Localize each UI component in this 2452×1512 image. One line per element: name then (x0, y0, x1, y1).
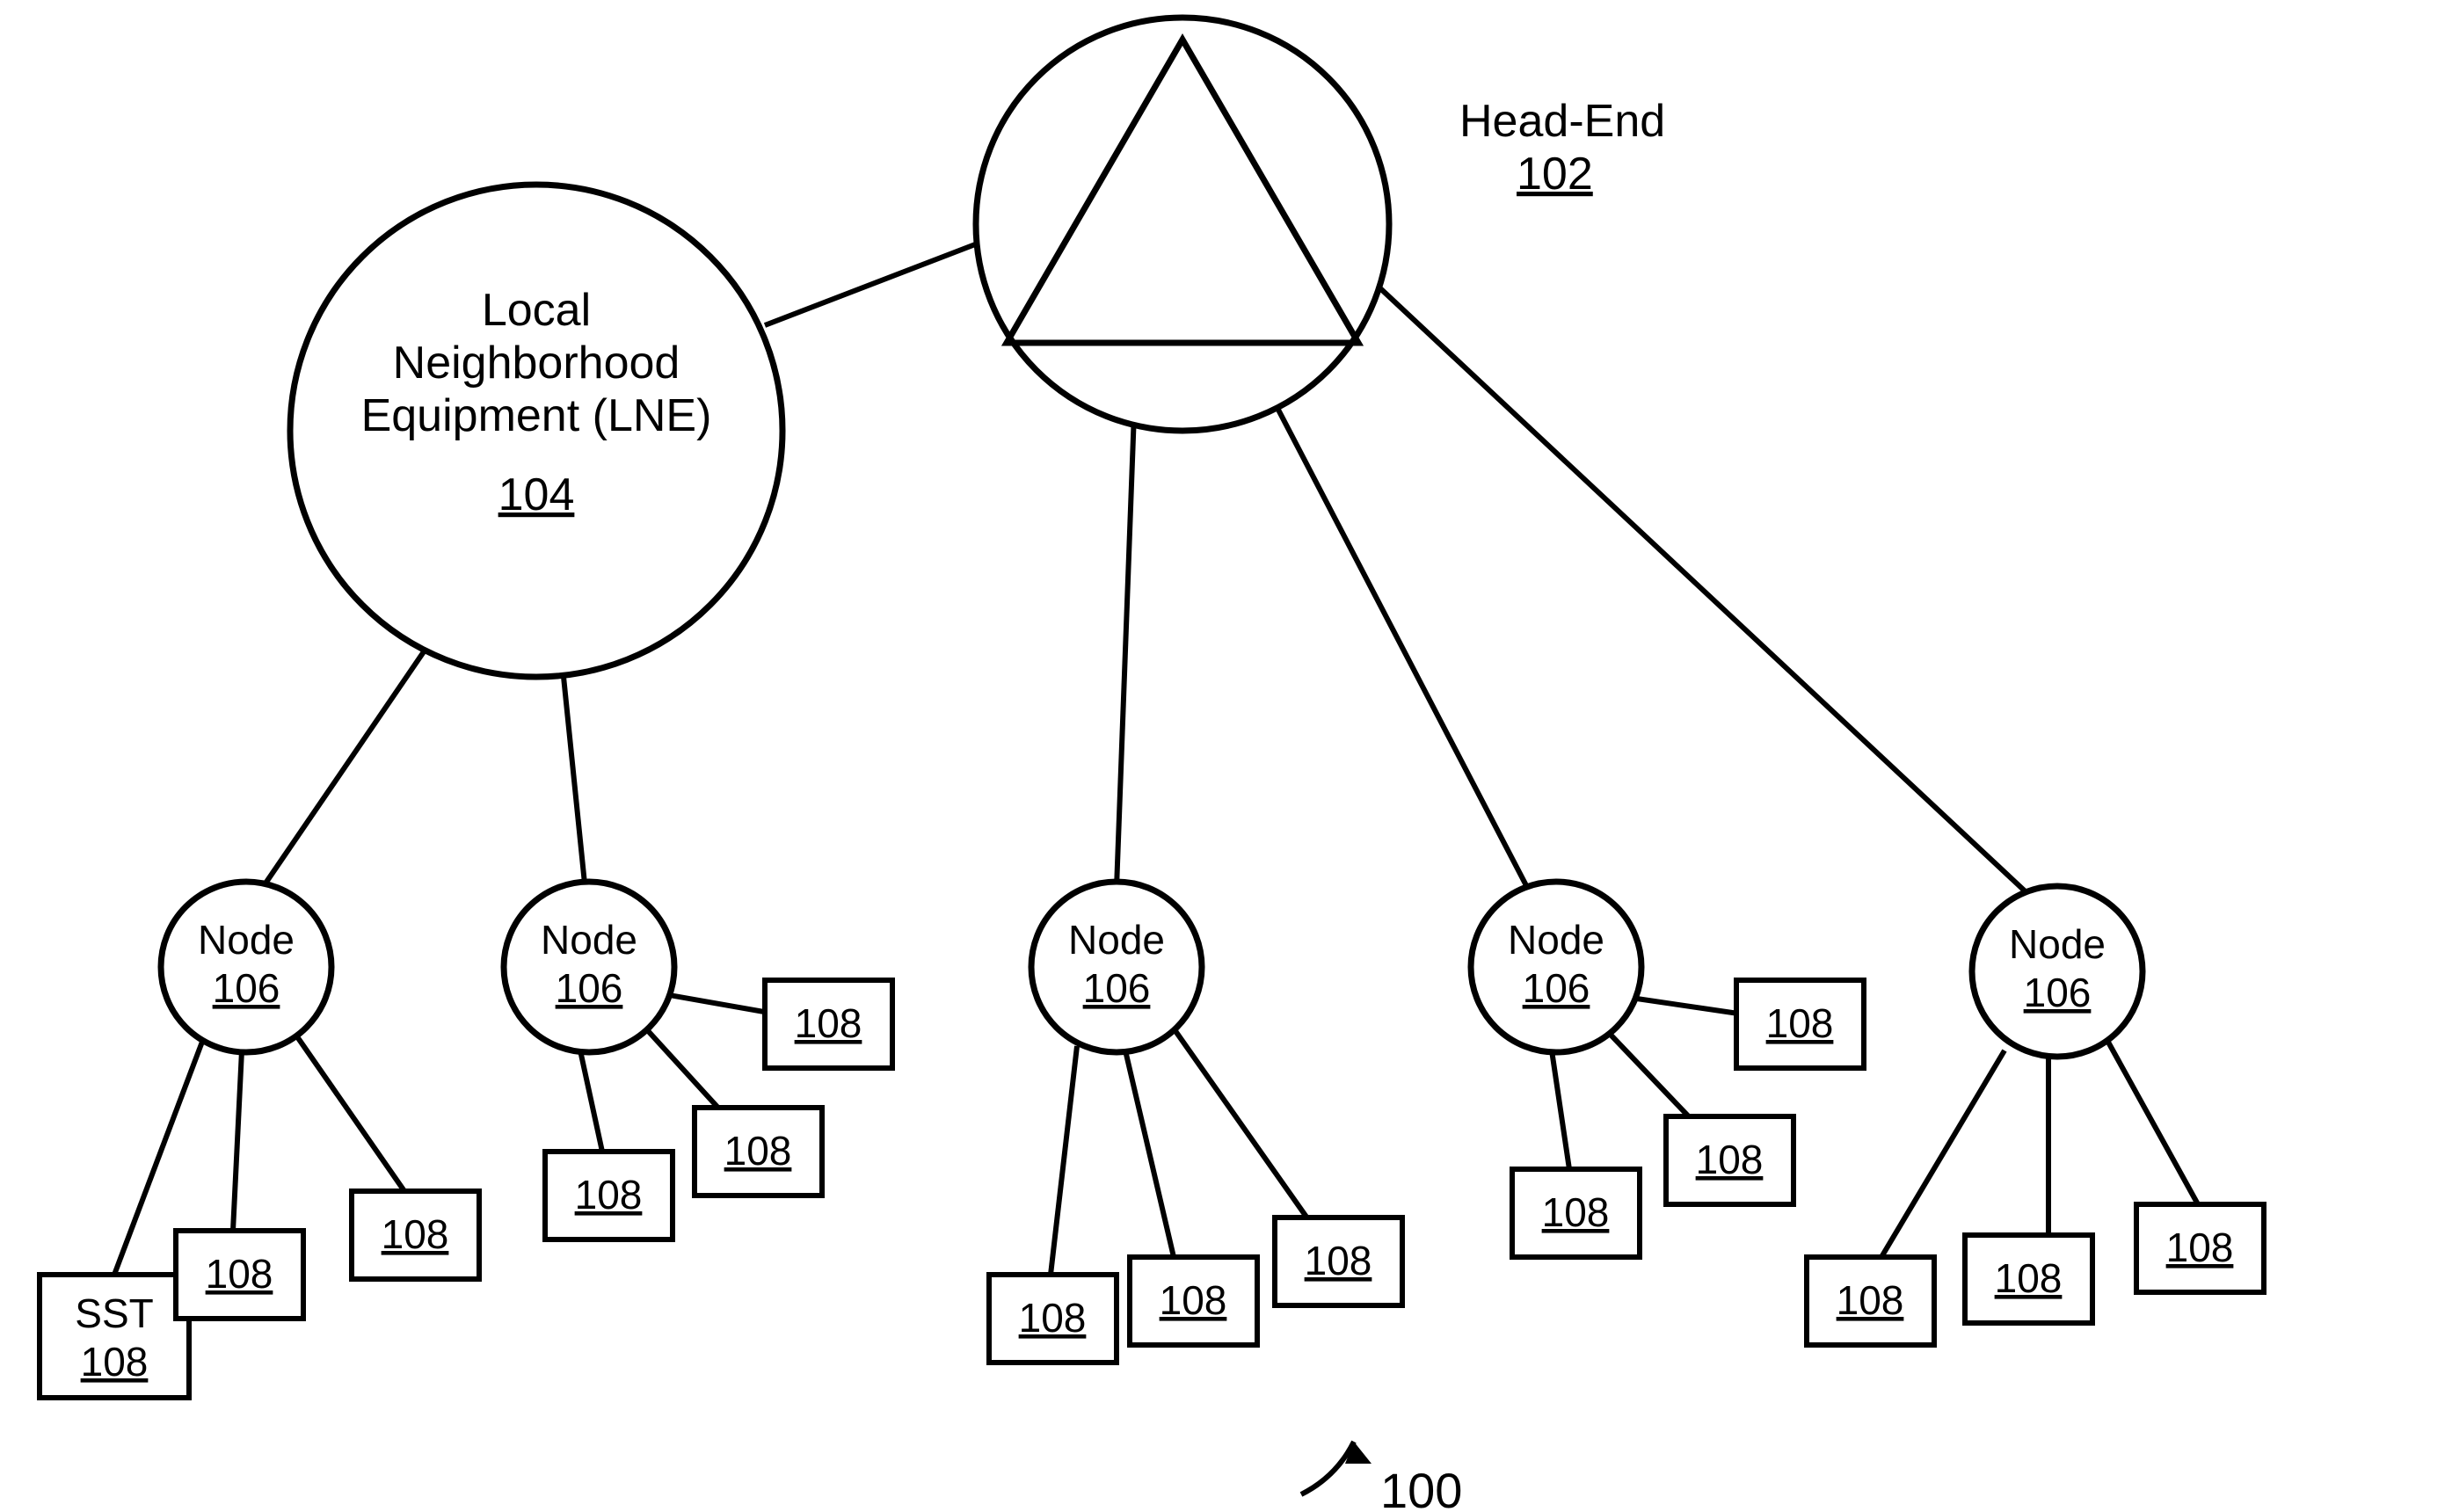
node-2-ref: 106 (556, 965, 623, 1011)
leaf-box: 108 (545, 1152, 673, 1239)
node-2: Node 106 (504, 882, 674, 1052)
leaf-ref: 108 (1305, 1238, 1372, 1283)
leaf-ref: 108 (575, 1172, 643, 1218)
head-end: Head-End 102 (976, 18, 1665, 431)
node-3: Node 106 (1031, 882, 1202, 1052)
leaf-ref: 108 (1696, 1137, 1764, 1182)
leaf-ref: 108 (1542, 1189, 1610, 1235)
sst-box: SST 108 (40, 1275, 189, 1398)
leaf-box: 108 (176, 1231, 303, 1319)
node-4: Node 106 (1471, 882, 1641, 1052)
lne-line1: Local (482, 285, 591, 336)
leaf-ref: 108 (724, 1128, 792, 1174)
node-5-ref: 106 (2024, 970, 2092, 1015)
leaf-box: 108 (989, 1275, 1117, 1363)
node-4-ref: 106 (1523, 965, 1590, 1011)
leaf-box: 108 (1130, 1257, 1257, 1345)
leaf-box: 108 (1512, 1169, 1640, 1257)
node-2-label: Node (541, 917, 637, 963)
leaf-ref: 108 (1019, 1295, 1087, 1341)
leaf-ref: 108 (1995, 1255, 2063, 1301)
leaf-ref: 108 (1160, 1277, 1227, 1323)
leaf-ref: 108 (1766, 1000, 1834, 1046)
leaf-box: 108 (765, 980, 892, 1068)
lne-line2: Neighborhood (393, 338, 680, 389)
node-1: Node 106 (161, 882, 331, 1052)
leaf-box: 108 (1965, 1235, 2092, 1323)
leaf-ref: 108 (206, 1251, 273, 1297)
leaf-box: 108 (352, 1191, 479, 1279)
node-4-label: Node (1508, 917, 1604, 963)
lne: Local Neighborhood Equipment (LNE) 104 (290, 185, 782, 677)
lne-line3: Equipment (LNE) (361, 390, 712, 441)
leaf-ref: 108 (795, 1000, 862, 1046)
leaf-ref: 108 (382, 1211, 449, 1257)
leaf-ref: 108 (1837, 1277, 1904, 1323)
leaf-box: 108 (1275, 1218, 1402, 1305)
node-1-ref: 106 (213, 965, 280, 1011)
leaf-ref: 108 (2166, 1225, 2234, 1270)
sst-ref: 108 (81, 1339, 149, 1385)
node-5: Node 106 (1972, 886, 2143, 1057)
sst-label: SST (75, 1290, 153, 1336)
node-3-ref: 106 (1083, 965, 1151, 1011)
node-5-label: Node (2009, 921, 2106, 967)
figure-ref: 100 (1301, 1442, 1462, 1512)
lne-ref: 104 (498, 469, 575, 520)
leaf-box: 108 (695, 1108, 822, 1196)
node-1-label: Node (198, 917, 295, 963)
head-end-title: Head-End (1459, 96, 1665, 147)
head-end-ref: 102 (1517, 149, 1593, 200)
diagram-svg: Head-End 102 Local Neighborhood Equipmen… (0, 0, 2452, 1512)
leaf-box: 108 (1736, 980, 1864, 1068)
figure-ref-text: 100 (1380, 1463, 1462, 1512)
node-3-label: Node (1068, 917, 1165, 963)
leaf-box: 108 (1666, 1116, 1794, 1204)
leaf-box: 108 (2136, 1204, 2264, 1292)
leaf-box: 108 (1807, 1257, 1934, 1345)
